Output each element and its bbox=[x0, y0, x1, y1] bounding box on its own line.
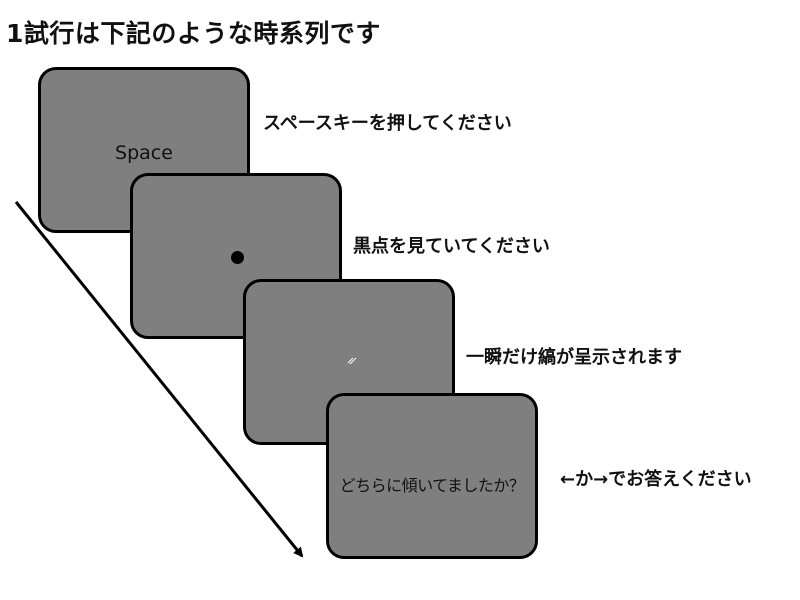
fixation-dot bbox=[231, 251, 244, 264]
question-text: どちらに傾いてましたか？ bbox=[339, 476, 525, 495]
space-text: Space bbox=[115, 142, 173, 164]
grating-stimulus-icon bbox=[347, 357, 357, 364]
step-label-space: スペースキーを押してください bbox=[263, 113, 512, 134]
step-label-response: ←か→でお答えください bbox=[560, 469, 752, 490]
screen-response: どちらに傾いてましたか？ bbox=[326, 393, 538, 559]
step-label-fixation: 黒点を見ていてください bbox=[353, 236, 550, 257]
step-label-grating: 一瞬だけ縞が呈示されます bbox=[466, 347, 682, 368]
